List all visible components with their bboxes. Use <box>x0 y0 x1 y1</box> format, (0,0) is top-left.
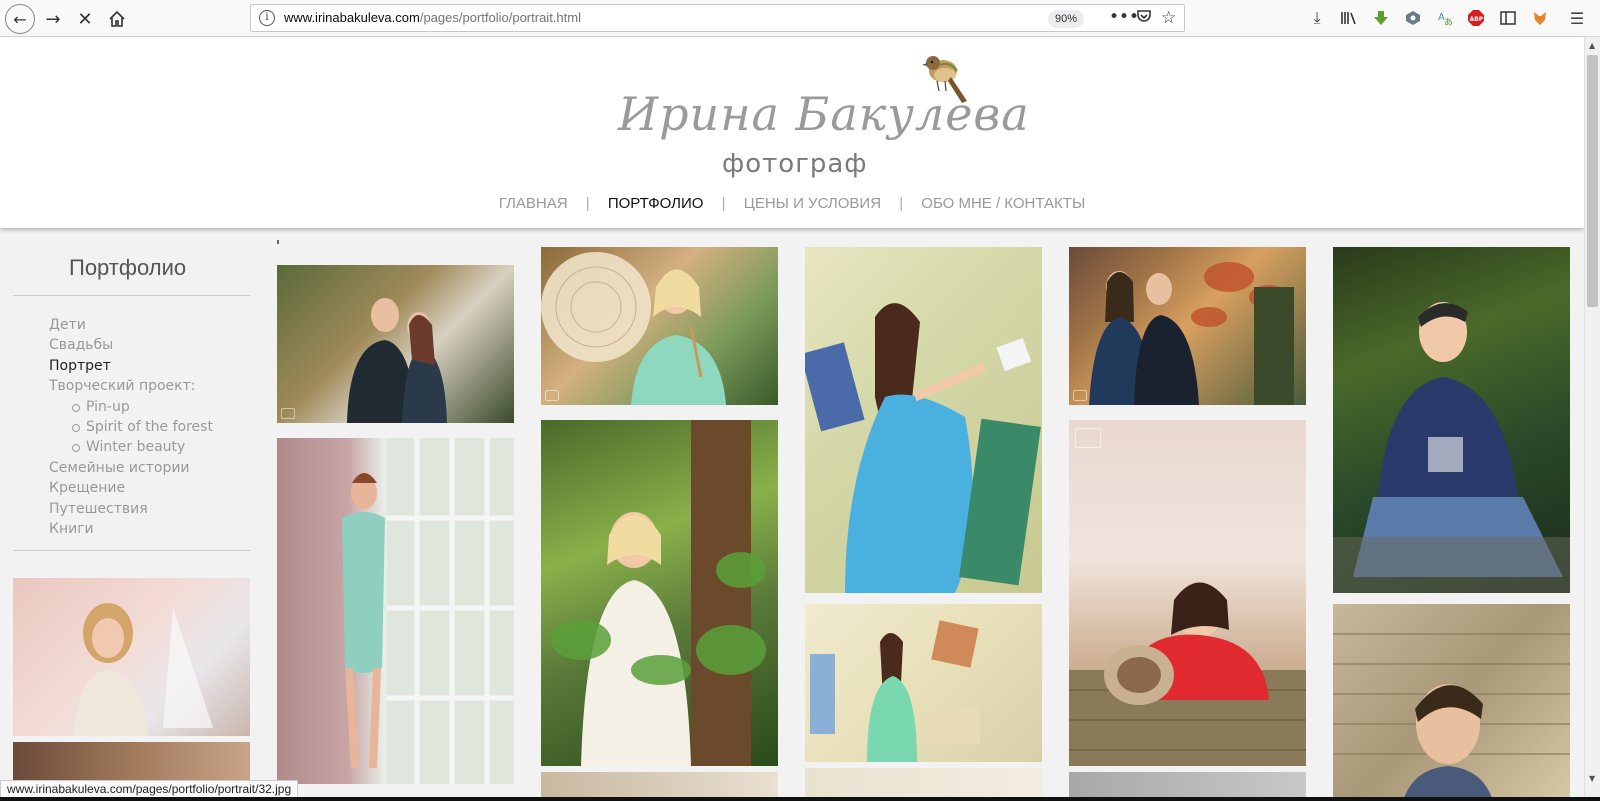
svg-text:ABP: ABP <box>1470 16 1484 23</box>
watermark-icon <box>1073 390 1087 401</box>
gallery-photo[interactable] <box>805 604 1042 762</box>
gallery-photo[interactable] <box>1069 247 1306 405</box>
browser-toolbar: ← → ✕ i www.irinabakuleva.com/pages/port… <box>0 0 1600 37</box>
nav-item-home[interactable]: ГЛАВНАЯ <box>499 195 568 212</box>
page-scrollbar[interactable]: ▲ ▼ <box>1584 37 1600 801</box>
adblock-icon[interactable]: ABP <box>1465 6 1487 30</box>
star-icon[interactable]: ☆ <box>1161 8 1176 28</box>
sidebar-item-travel[interactable]: Путешествия <box>49 499 213 519</box>
content-area: Портфолио Дети Свадьбы Портрет Творчески… <box>0 228 1584 801</box>
pocket-icon[interactable] <box>1136 8 1152 29</box>
info-icon[interactable]: i <box>259 10 275 26</box>
sidebar-item-weddings[interactable]: Свадьбы <box>49 335 213 355</box>
more-icon[interactable]: ••• <box>1109 7 1139 27</box>
sidebar-item-creative-project[interactable]: Творческий проект: <box>49 376 213 396</box>
nav-item-about[interactable]: ОБО МНЕ / КОНТАКТЫ <box>921 195 1085 212</box>
sidebar-divider <box>13 550 250 551</box>
nav-item-portfolio[interactable]: ПОРТФОЛИО <box>608 195 704 212</box>
logo-subtitle: фотограф <box>722 149 868 179</box>
site-header: Ирина Бакулева фотограф ГЛАВНАЯ | ПОРТФО… <box>0 37 1584 228</box>
sidebar-subitem-label: Winter beauty <box>86 439 186 456</box>
url-bar[interactable]: i www.irinabakuleva.com/pages/portfolio/… <box>250 4 1185 32</box>
gallery-photo[interactable] <box>1333 247 1570 593</box>
sidebar-subitem-label: Spirit of the forest <box>86 419 213 436</box>
main-nav: ГЛАВНАЯ | ПОРТФОЛИО | ЦЕНЫ И УСЛОВИЯ | О… <box>0 195 1584 212</box>
gallery-photo[interactable] <box>1333 604 1570 801</box>
gallery-photo[interactable] <box>805 247 1042 593</box>
sidebar-title: Портфолио <box>69 255 187 280</box>
sidebar-item-portrait[interactable]: Портрет <box>49 356 213 376</box>
gallery-photo[interactable] <box>277 265 514 423</box>
back-button[interactable]: ← <box>5 4 35 34</box>
home-button[interactable] <box>102 4 132 34</box>
hamburger-icon[interactable]: ☰ <box>1566 6 1588 30</box>
arrow-left-icon: ← <box>13 9 27 29</box>
fox-extension-icon[interactable] <box>1529 6 1551 30</box>
library-icon[interactable] <box>1338 6 1360 30</box>
home-icon <box>109 10 125 27</box>
url-domain: www.irinabakuleva.com <box>284 10 420 25</box>
sidebar-subitem-winter[interactable]: Winter beauty <box>49 437 213 457</box>
nav-item-prices[interactable]: ЦЕНЫ И УСЛОВИЯ <box>744 195 881 212</box>
gallery-photo[interactable] <box>1069 420 1306 766</box>
translate-icon[interactable]: Aあ <box>1434 6 1456 30</box>
arrow-right-icon: → <box>45 8 61 30</box>
url-text: www.irinabakuleva.com/pages/portfolio/po… <box>284 10 581 25</box>
download-icon[interactable]: ⤓ <box>1306 6 1328 30</box>
sidebar-item-books[interactable]: Книги <box>49 519 213 539</box>
sidebar-menu: Дети Свадьбы Портрет Творческий проект: … <box>49 315 213 539</box>
svg-text:あ: あ <box>1444 17 1453 26</box>
url-path: /pages/portfolio/portrait.html <box>419 10 581 25</box>
sidebar-subitem-spirit[interactable]: Spirit of the forest <box>49 417 213 437</box>
forward-button[interactable]: → <box>38 4 68 34</box>
taskbar-edge <box>0 797 1600 801</box>
gallery-photo[interactable] <box>541 420 778 766</box>
sidebar-featured-photo[interactable] <box>13 578 250 736</box>
zoom-indicator[interactable]: 90% <box>1048 10 1085 28</box>
scroll-down-icon[interactable]: ▼ <box>1589 774 1595 783</box>
download-helper-icon[interactable] <box>1370 6 1392 30</box>
sidebar-icon[interactable] <box>1497 6 1519 30</box>
close-icon: ✕ <box>77 8 93 30</box>
extension-eye-icon[interactable] <box>1402 6 1424 30</box>
nav-separator: | <box>721 195 726 212</box>
sidebar-item-children[interactable]: Дети <box>49 315 213 335</box>
watermark-icon <box>545 390 559 401</box>
sidebar-item-baptism[interactable]: Крещение <box>49 478 213 498</box>
sidebar-photo[interactable] <box>13 742 250 782</box>
sidebar-subitem-label: Pin-up <box>86 398 130 415</box>
bird-logo-icon <box>922 56 967 103</box>
sidebar-divider <box>13 295 250 296</box>
watermark-icon <box>281 408 295 419</box>
sidebar-subitem-pinup[interactable]: Pin-up <box>49 397 213 417</box>
sidebar-item-family[interactable]: Семейные истории <box>49 458 213 478</box>
scroll-up-icon[interactable]: ▲ <box>1589 41 1595 50</box>
scrollbar-thumb[interactable] <box>1587 55 1598 307</box>
gallery-photo[interactable] <box>277 438 514 784</box>
gallery-photo[interactable] <box>541 247 778 405</box>
loading-marker <box>277 240 279 244</box>
nav-separator: | <box>899 195 904 212</box>
nav-separator: | <box>585 195 590 212</box>
watermark-icon <box>1075 428 1101 448</box>
stop-button[interactable]: ✕ <box>70 4 100 34</box>
